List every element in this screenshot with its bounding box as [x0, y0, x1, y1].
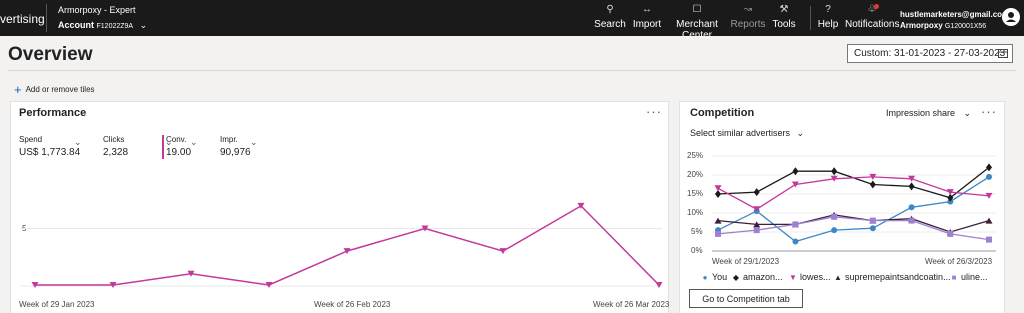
data-point — [947, 230, 954, 237]
data-point — [714, 185, 722, 192]
circle-marker-icon: ● — [702, 273, 708, 282]
legend-label: lowes... — [800, 272, 831, 282]
data-point — [986, 163, 992, 172]
data-point — [792, 238, 799, 245]
triangle-up-marker-icon: ▲ — [834, 273, 842, 282]
triangle-marker-icon: ▼ — [789, 273, 797, 282]
data-point — [986, 173, 992, 180]
data-point — [715, 230, 721, 237]
data-point — [869, 180, 876, 189]
data-point — [753, 188, 760, 197]
legend-item-uline[interactable]: ■ uline... — [950, 272, 988, 282]
data-point — [908, 204, 915, 211]
data-point — [869, 217, 876, 224]
legend-label: supremepaintsandcoatin... — [845, 272, 951, 282]
legend-item-amazon[interactable]: ◆ amazon... — [732, 272, 783, 282]
data-point — [831, 167, 838, 176]
legend-item-you[interactable]: ● You — [701, 272, 728, 282]
square-marker-icon: ■ — [951, 273, 957, 282]
data-point — [908, 182, 915, 191]
legend-item-supremepaints[interactable]: ▲ supremepaintsandcoatin... — [834, 272, 951, 282]
data-point — [792, 221, 799, 228]
data-point — [831, 227, 838, 234]
diamond-marker-icon: ◆ — [732, 273, 740, 282]
competition-chart — [712, 155, 996, 252]
data-point — [986, 236, 992, 243]
data-point — [753, 227, 760, 234]
legend-label: You — [712, 272, 728, 282]
data-point — [831, 213, 838, 220]
data-point — [792, 167, 799, 176]
data-point — [985, 217, 993, 224]
legend-item-lowes[interactable]: ▼ lowes... — [789, 272, 831, 282]
data-point — [869, 225, 876, 232]
go-to-competition-tab-button[interactable]: Go to Competition tab — [689, 289, 803, 308]
legend-label: amazon... — [743, 272, 783, 282]
data-point — [908, 217, 915, 224]
legend-label: uline... — [961, 272, 988, 282]
